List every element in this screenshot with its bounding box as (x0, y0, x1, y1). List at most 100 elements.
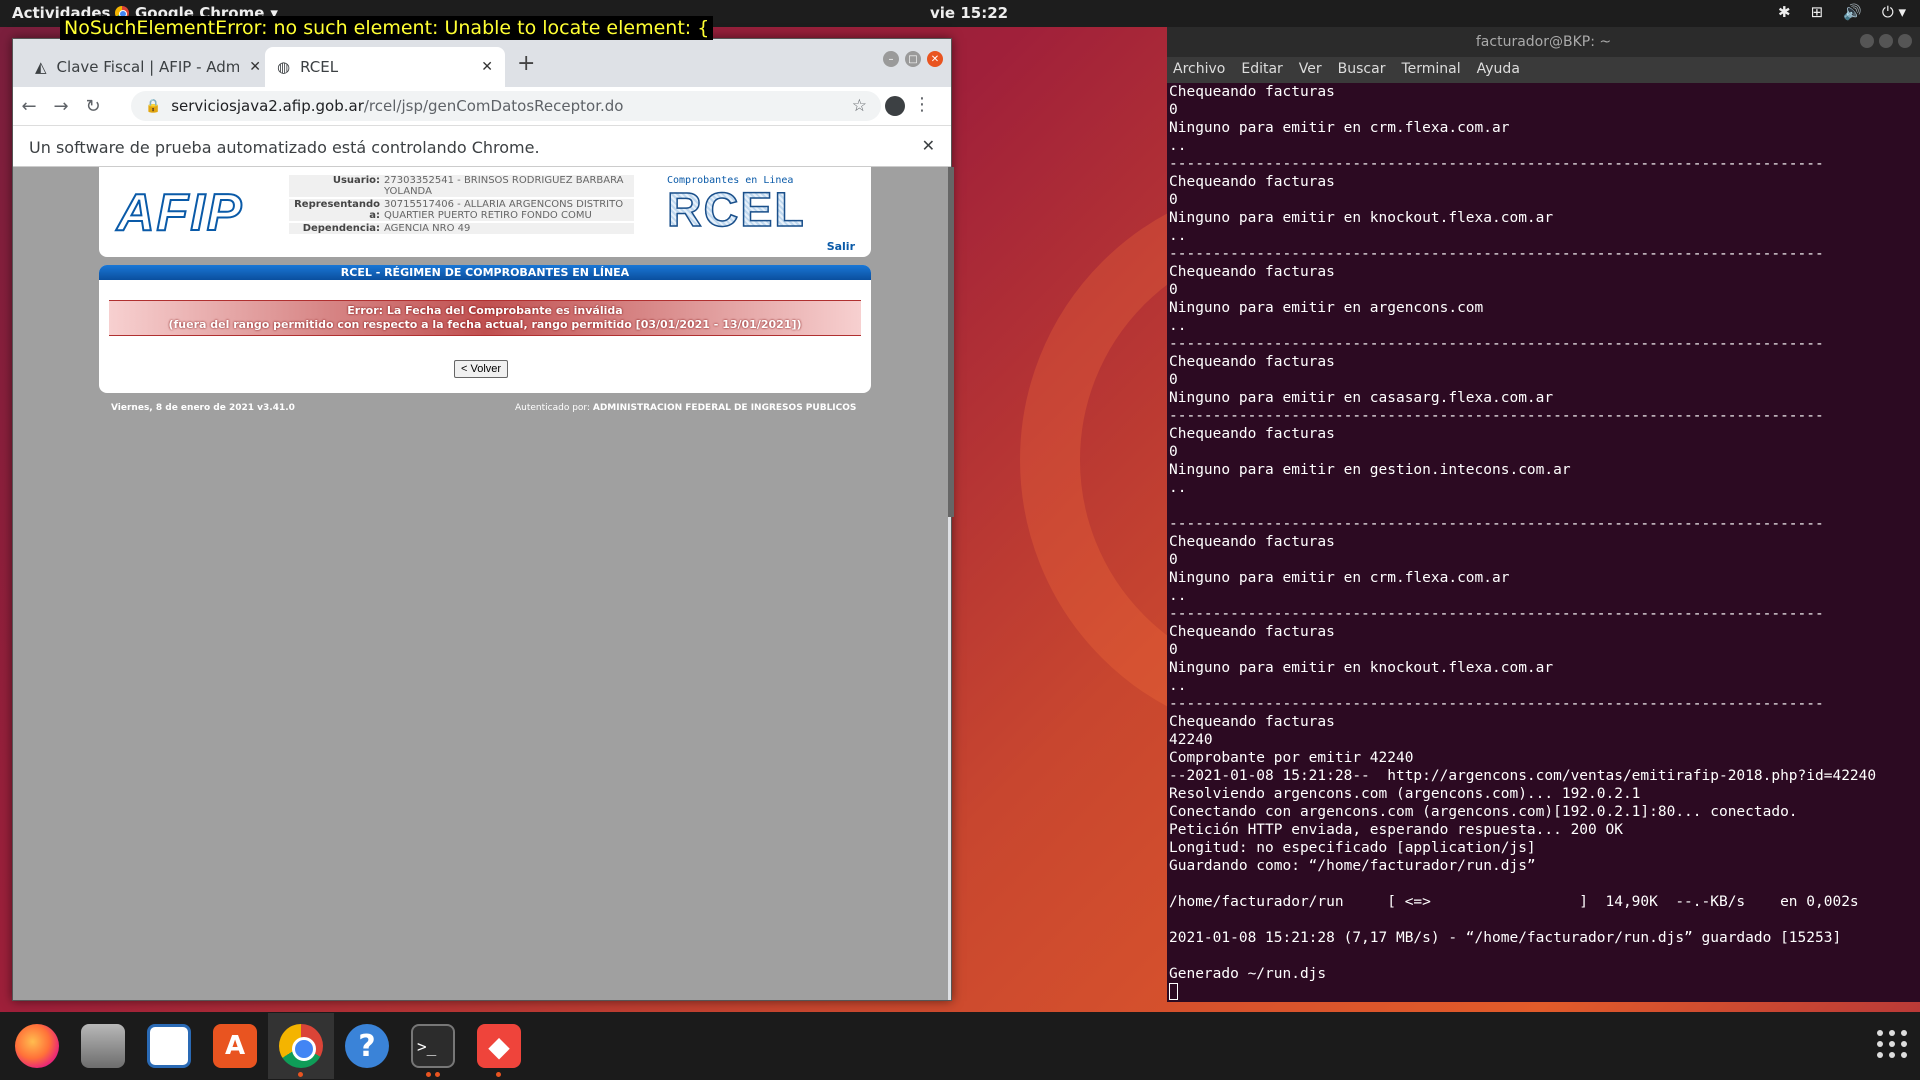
close-window-icon[interactable]: ✕ (927, 51, 943, 67)
terminal-line: Conectando con argencons.com (argencons.… (1169, 804, 1798, 820)
url-host: serviciosjava2.afip.gob.ar (171, 97, 364, 115)
lock-icon[interactable]: 🔒 (145, 99, 161, 114)
terminal-line: 0 (1169, 552, 1178, 568)
terminal-title: facturador@BKP: ~ (1475, 34, 1612, 50)
running-indicator (435, 1072, 440, 1077)
volver-button[interactable]: < Volver (454, 360, 509, 378)
dock-chrome[interactable] (268, 1013, 334, 1079)
browser-toolbar: ← → ↻ 🔒 serviciosjava2.afip.gob.ar/rcel/… (13, 87, 951, 125)
dock-terminal[interactable]: >_ (400, 1013, 466, 1079)
terminal-line: .. (1169, 588, 1187, 604)
running-indicator (298, 1072, 303, 1077)
rcel-logo: Comprobantes en Linea RCEL (666, 175, 817, 245)
menu-ver[interactable]: Ver (1299, 61, 1322, 79)
dock-software[interactable]: A (202, 1013, 268, 1079)
terminal-line: /home/facturador/run [ <=> ] 14,90K --.-… (1169, 894, 1859, 910)
terminal-line: Ninguno para emitir en knockout.flexa.co… (1169, 210, 1554, 226)
terminal-window-controls (1860, 34, 1912, 48)
dock: A ? >_ ◆ (0, 1012, 1920, 1080)
footer-auth-value: ADMINISTRACION FEDERAL DE INGRESOS PUBLI… (592, 403, 857, 413)
terminal-line: Chequeando facturas (1169, 354, 1335, 370)
terminal-line: 0 (1169, 444, 1178, 460)
menu-kebab-icon[interactable]: ⋮ (913, 94, 931, 115)
maximize-icon[interactable]: □ (905, 51, 921, 67)
menu-ayuda[interactable]: Ayuda (1477, 61, 1520, 79)
minimize-icon[interactable]: – (883, 51, 899, 67)
terminal-line: Chequeando facturas (1169, 264, 1335, 280)
terminal-menubar: Archivo Editar Ver Buscar Terminal Ayuda (1167, 57, 1920, 83)
dependencia-label: Dependencia: (302, 223, 380, 234)
terminal-line: 0 (1169, 282, 1178, 298)
dock-anydesk[interactable]: ◆ (466, 1013, 532, 1079)
power-icon[interactable]: ⏻ ▾ (1882, 3, 1906, 21)
menu-terminal[interactable]: Terminal (1401, 61, 1460, 79)
representando-value: 30715517406 - ALLARIA ARGENCONS DISTRITO… (384, 199, 624, 221)
show-apps-icon[interactable] (1877, 1030, 1908, 1058)
automation-infobar: Un software de prueba automatizado está … (13, 125, 951, 167)
error-message: Error: La Fecha del Comprobante es invál… (109, 300, 861, 336)
volume-icon[interactable]: 🔊 (1843, 3, 1862, 21)
reload-icon[interactable]: ↻ (77, 96, 109, 117)
address-bar[interactable]: 🔒 serviciosjava2.afip.gob.ar/rcel/jsp/ge… (131, 91, 881, 121)
terminal-line: 42240 (1169, 732, 1213, 748)
network-icon[interactable]: ⊞ (1811, 3, 1824, 21)
tab-clave-fiscal[interactable]: ◭ Clave Fiscal | AFIP - Admin ✕ (23, 47, 273, 87)
forward-arrow-icon[interactable]: → (45, 96, 77, 117)
close-icon[interactable]: ✕ (249, 59, 261, 75)
menu-editar[interactable]: Editar (1241, 61, 1282, 79)
minimize-icon[interactable] (1860, 34, 1874, 48)
close-window-icon[interactable] (1898, 34, 1912, 48)
terminal-line: ----------------------------------------… (1169, 606, 1824, 622)
terminal-line: ----------------------------------------… (1169, 696, 1824, 712)
back-arrow-icon[interactable]: ← (13, 96, 45, 117)
infobar-text: Un software de prueba automatizado está … (29, 138, 540, 157)
profile-avatar-icon[interactable] (885, 96, 905, 116)
close-icon[interactable]: ✕ (922, 136, 935, 155)
help-icon: ? (345, 1024, 389, 1068)
menu-archivo[interactable]: Archivo (1173, 61, 1225, 79)
dock-writer[interactable] (136, 1013, 202, 1079)
running-indicator (426, 1072, 431, 1077)
tab-label: Clave Fiscal | AFIP - Admin (56, 58, 240, 76)
dock-firefox[interactable] (4, 1013, 70, 1079)
close-icon[interactable]: ✕ (481, 59, 493, 75)
representando-row: Representando a: 30715517406 - ALLARIA A… (289, 199, 634, 221)
terminal-prompt[interactable] (1169, 983, 1918, 1001)
dependencia-value: AGENCIA NRO 49 (384, 223, 471, 234)
chrome-window: ◭ Clave Fiscal | AFIP - Admin ✕ ◍ RCEL ✕… (12, 38, 954, 1001)
terminal-line: 0 (1169, 372, 1178, 388)
terminal-line: Chequeando facturas (1169, 624, 1335, 640)
cursor (1169, 983, 1178, 1000)
terminal-line: .. (1169, 318, 1187, 334)
terminal-line: Generado ~/run.djs (1169, 966, 1327, 982)
usuario-label: Usuario: (332, 175, 380, 186)
error-line-2: (fuera del rango permitido con respecto … (168, 318, 802, 331)
terminal-line: Chequeando facturas (1169, 426, 1335, 442)
terminal-line: Ninguno para emitir en knockout.flexa.co… (1169, 660, 1554, 676)
bookmark-star-icon[interactable]: ☆ (852, 96, 867, 116)
terminal-output[interactable]: Chequeando facturas 0 Ninguno para emitir … (1167, 83, 1920, 1002)
tab-rcel[interactable]: ◍ RCEL ✕ (265, 47, 505, 87)
dock-files[interactable] (70, 1013, 136, 1079)
usuario-row: Usuario: 27303352541 - BRINSOS RODRIGUEZ… (289, 175, 634, 197)
salir-link[interactable]: Salir (827, 240, 855, 253)
terminal-titlebar: facturador@BKP: ~ (1167, 27, 1920, 57)
menu-buscar[interactable]: Buscar (1338, 61, 1386, 79)
terminal-window: facturador@BKP: ~ Archivo Editar Ver Bus… (1167, 27, 1920, 1002)
maximize-icon[interactable] (1879, 34, 1893, 48)
terminal-line: ----------------------------------------… (1169, 156, 1824, 172)
terminal-line: .. (1169, 480, 1187, 496)
system-tray[interactable]: ✱ ⊞ 🔊 ⏻ ▾ (1778, 3, 1906, 21)
dock-help[interactable]: ? (334, 1013, 400, 1079)
new-tab-button[interactable]: + (517, 51, 535, 76)
error-line-1: Error: La Fecha del Comprobante es invál… (347, 304, 623, 317)
scrollbar[interactable] (948, 167, 954, 517)
firefox-icon (15, 1024, 59, 1068)
running-indicator (496, 1072, 501, 1077)
clock[interactable]: vie 15:22 (930, 4, 1008, 22)
files-icon (81, 1024, 125, 1068)
bluetooth-icon[interactable]: ✱ (1778, 3, 1791, 21)
